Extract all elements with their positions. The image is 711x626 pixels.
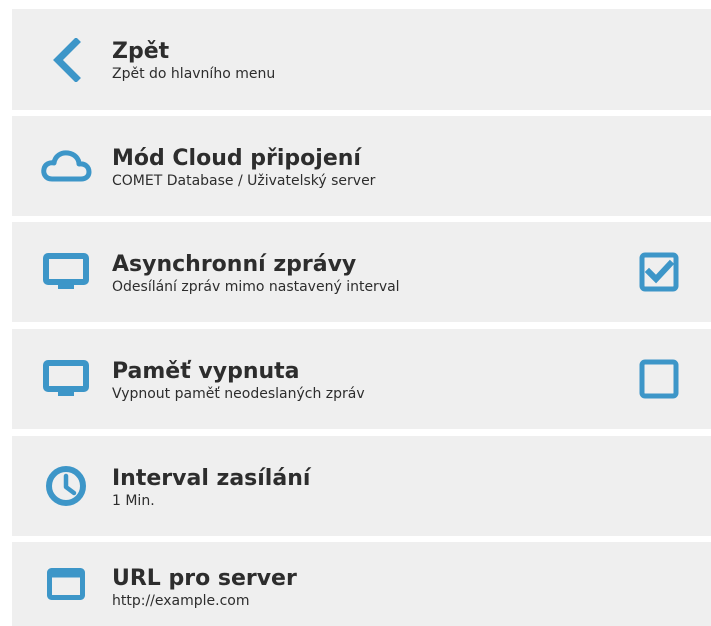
menu-item-cloud-mode[interactable]: Mód Cloud připojení COMET Database / Uži… xyxy=(12,116,711,216)
menu-item-subtitle: COMET Database / Uživatelský server xyxy=(112,173,376,189)
async-messages-checkbox[interactable] xyxy=(639,252,679,292)
menu-item-title: Paměť vypnuta xyxy=(112,359,300,384)
menu-item-memory-off[interactable]: Paměť vypnuta Vypnout paměť neodeslaných… xyxy=(12,329,711,429)
menu-item-subtitle: Vypnout paměť neodeslaných zpráv xyxy=(112,386,365,402)
settings-menu: Zpět Zpět do hlavního menu Mód Cloud při… xyxy=(0,0,711,626)
back-chevron-icon xyxy=(38,9,94,110)
monitor-icon xyxy=(38,329,94,429)
menu-item-back[interactable]: Zpět Zpět do hlavního menu xyxy=(12,9,711,110)
menu-item-title: Interval zasílání xyxy=(112,466,311,491)
monitor-icon xyxy=(38,222,94,322)
menu-item-title: Zpět xyxy=(112,39,170,64)
menu-item-async-messages[interactable]: Asynchronní zprávy Odesílání zpráv mimo … xyxy=(12,222,711,322)
menu-item-title: Asynchronní zprávy xyxy=(112,252,357,277)
checkbox-unchecked-icon xyxy=(639,359,679,399)
menu-item-subtitle: http://example.com xyxy=(112,593,250,609)
window-icon xyxy=(38,542,94,626)
checkbox-checked-icon xyxy=(639,252,679,292)
menu-item-text: Paměť vypnuta Vypnout paměť neodeslaných… xyxy=(112,359,365,403)
menu-item-text: Zpět Zpět do hlavního menu xyxy=(112,39,275,83)
menu-item-title: Mód Cloud připojení xyxy=(112,146,361,171)
menu-item-text: Interval zasílání 1 Min. xyxy=(112,466,310,510)
menu-item-title: URL pro server xyxy=(112,566,297,591)
menu-item-subtitle: Zpět do hlavního menu xyxy=(112,66,276,82)
menu-item-text: URL pro server http://example.com xyxy=(112,566,297,610)
menu-item-subtitle: 1 Min. xyxy=(112,493,155,509)
menu-item-text: Mód Cloud připojení COMET Database / Uži… xyxy=(112,146,375,190)
memory-off-checkbox[interactable] xyxy=(639,359,679,399)
menu-item-sending-interval[interactable]: Interval zasílání 1 Min. xyxy=(12,436,711,536)
menu-item-text: Asynchronní zprávy Odesílání zpráv mimo … xyxy=(112,252,400,296)
menu-item-subtitle: Odesílání zpráv mimo nastavený interval xyxy=(112,279,400,295)
clock-icon xyxy=(38,436,94,536)
menu-item-server-url[interactable]: URL pro server http://example.com xyxy=(12,542,711,626)
cloud-icon xyxy=(38,116,94,216)
